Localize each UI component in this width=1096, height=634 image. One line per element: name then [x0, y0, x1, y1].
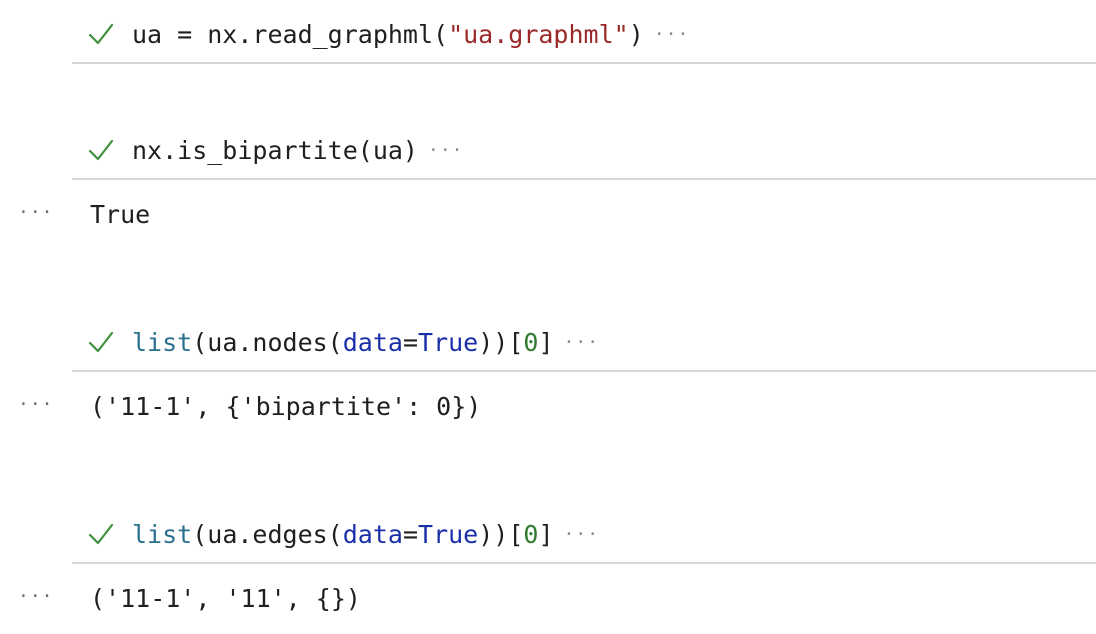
code-token: =	[402, 327, 419, 357]
code-token: ))[	[478, 519, 524, 549]
code-token: =	[402, 519, 419, 549]
code-token: ]	[538, 327, 554, 357]
cell-output: ('11-1', '11', {})	[90, 584, 361, 613]
code-token: ]	[538, 519, 554, 549]
code-token: list	[132, 519, 193, 549]
checkmark-icon	[88, 139, 114, 161]
code-token: (ua.edges(	[192, 519, 343, 549]
code-token: nx.is_bipartite(ua)	[132, 135, 418, 165]
cell-separator	[72, 370, 1096, 372]
more-horizontal-icon[interactable]: ···	[654, 24, 690, 45]
code-token: list	[132, 327, 193, 357]
more-horizontal-icon[interactable]: ···	[564, 332, 600, 353]
cell-output: ('11-1', {'bipartite': 0})	[90, 392, 482, 421]
code-token: True	[418, 327, 479, 357]
output-menu-icon[interactable]: ···	[18, 394, 54, 415]
cell-input[interactable]: nx.is_bipartite(ua) ···	[88, 130, 1096, 170]
code-token: data	[342, 519, 403, 549]
cell-separator	[72, 178, 1096, 180]
more-horizontal-icon[interactable]: ···	[564, 524, 600, 545]
more-horizontal-icon[interactable]: ···	[428, 140, 464, 161]
code-token: ))[	[478, 327, 524, 357]
code-token: data	[342, 327, 403, 357]
cell-input[interactable]: ua = nx.read_graphml("ua.graphml") ···	[88, 14, 1096, 54]
cell-separator	[72, 562, 1096, 564]
code-token: 0	[523, 327, 539, 357]
code-token: True	[418, 519, 479, 549]
cell-separator	[72, 62, 1096, 64]
checkmark-icon	[88, 23, 114, 45]
code-token: )	[628, 19, 644, 49]
checkmark-icon	[88, 523, 114, 545]
output-menu-icon[interactable]: ···	[18, 586, 54, 607]
output-menu-icon[interactable]: ···	[18, 202, 54, 223]
cell-input[interactable]: list (ua.nodes(data = True))[0] ···	[88, 322, 1096, 362]
checkmark-icon	[88, 331, 114, 353]
code-token: (ua.nodes(	[192, 327, 343, 357]
cell-input[interactable]: list (ua.edges(data = True))[0] ···	[88, 514, 1096, 554]
code-token: "ua.graphml"	[448, 19, 629, 49]
code-token: ua = nx.read_graphml(	[132, 19, 449, 49]
cell-output: True	[90, 200, 151, 229]
code-token: 0	[523, 519, 539, 549]
